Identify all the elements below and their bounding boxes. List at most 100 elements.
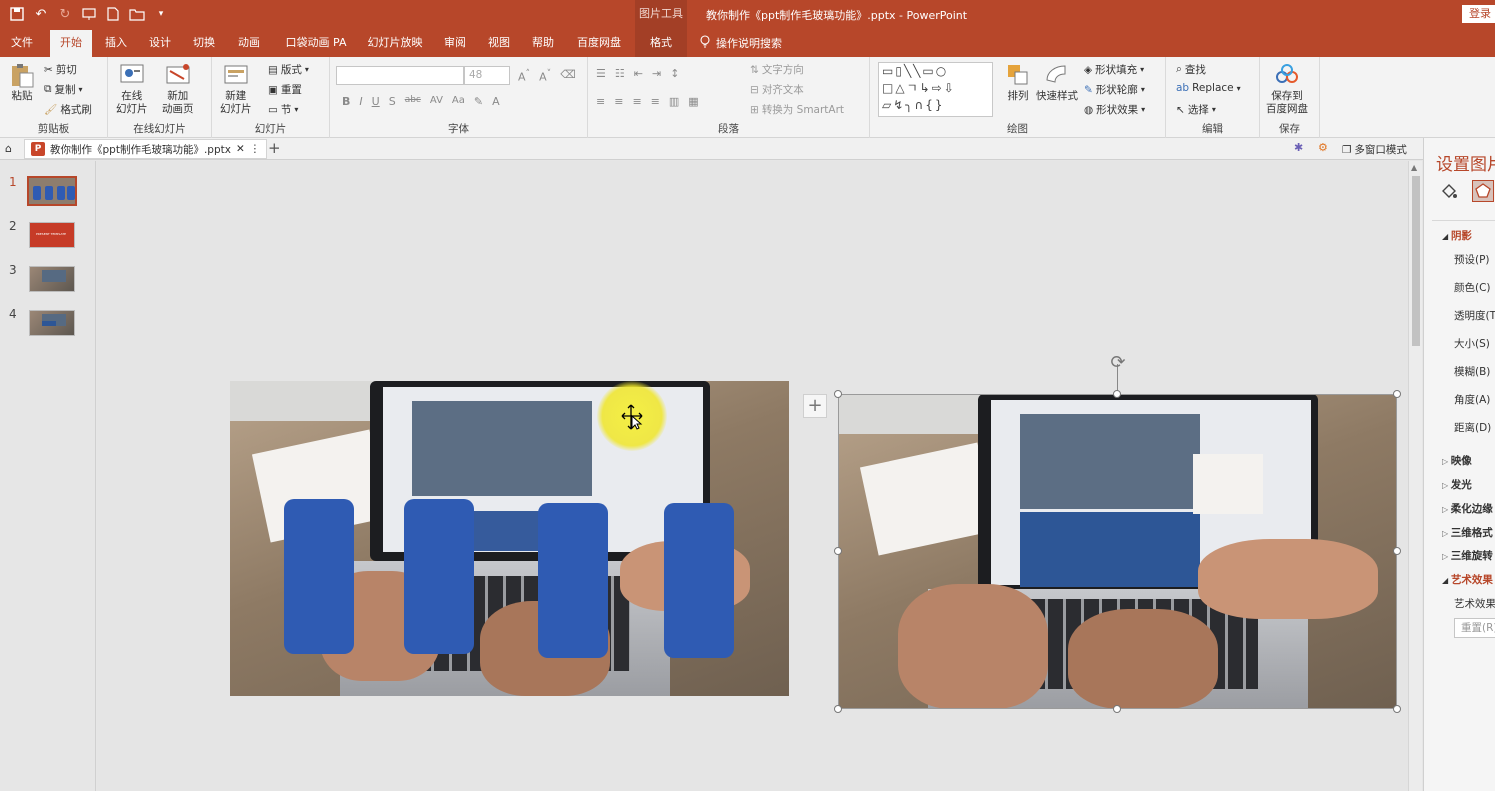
format-painter-button[interactable]: 🖌 格式刷 [44, 102, 92, 117]
layout-button[interactable]: ▤ 版式 ▾ [268, 62, 309, 77]
tab-view[interactable]: 视图 [481, 30, 517, 57]
numbering-icon[interactable]: ☷ [615, 67, 625, 80]
resize-handle[interactable] [1393, 705, 1401, 713]
angle-option[interactable]: 角度(A) [1454, 392, 1490, 407]
new-slide-button[interactable]: 新建 幻灯片 [220, 62, 252, 116]
transparency-option[interactable]: 透明度(T) [1454, 308, 1495, 323]
resize-handle[interactable] [1113, 705, 1121, 713]
shrink-font-icon[interactable]: A˅ [539, 68, 551, 84]
tab-transitions[interactable]: 切换 [186, 30, 222, 57]
shape-effects-button[interactable]: ◍ 形状效果 ▾ [1084, 102, 1145, 117]
tab-format[interactable]: 格式 [635, 30, 687, 57]
tab-home[interactable]: 开始 [50, 30, 92, 57]
shape-fill-button[interactable]: ◈ 形状填充 ▾ [1084, 62, 1144, 77]
increase-indent-icon[interactable]: ⇥ [652, 67, 661, 80]
tab-insert[interactable]: 插入 [98, 30, 134, 57]
font-color-icon[interactable]: A [492, 95, 500, 108]
undo-icon[interactable]: ↶ [32, 5, 50, 23]
new-animation-page-button[interactable]: 新加 动画页 [162, 62, 194, 116]
font-size-select[interactable]: 48 [464, 66, 510, 85]
rotate-handle-icon[interactable]: ⟳ [1107, 353, 1129, 375]
blue-rounded-bar-4[interactable] [664, 503, 734, 658]
scrollbar-thumb[interactable] [1412, 176, 1420, 346]
resize-handle[interactable] [1393, 547, 1401, 555]
reflection-section[interactable]: ▷ 映像 [1442, 453, 1472, 468]
find-button[interactable]: ⌕ 查找 [1176, 62, 1206, 77]
size-option[interactable]: 大小(S) [1454, 336, 1490, 351]
artistic-effects-option[interactable]: 艺术效果 [1454, 596, 1495, 611]
align-text-button[interactable]: ⊟ 对齐文本 [750, 82, 804, 97]
section-button[interactable]: ▭ 节 ▾ [268, 102, 298, 117]
glow-section[interactable]: ▷ 发光 [1442, 477, 1472, 492]
quick-styles-button[interactable]: 快速样式 [1036, 62, 1078, 103]
shadow-button[interactable]: S [389, 95, 396, 108]
copy-button[interactable]: ⧉ 复制 ▾ [44, 82, 83, 97]
bold-button[interactable]: B [342, 95, 350, 108]
align-left-icon[interactable]: ≡ [596, 95, 605, 108]
tab-help[interactable]: 帮助 [525, 30, 561, 57]
shapes-gallery[interactable]: ▭▯╲╲▭○ □△ㄱ↳⇨⇩ ▱↯╮∩{} [878, 62, 993, 117]
resize-handle[interactable] [1393, 390, 1401, 398]
slide-thumbnail-4[interactable] [29, 310, 75, 336]
laptop-photo-left[interactable] [230, 381, 789, 696]
online-slide-button[interactable]: 在线 幻灯片 [116, 62, 148, 116]
char-spacing-button[interactable]: AV [430, 95, 443, 108]
arrange-button[interactable]: 排列 [1004, 62, 1032, 103]
login-button[interactable]: 登录 [1462, 5, 1495, 23]
resize-handle[interactable] [1113, 390, 1121, 398]
slide-thumbnail-3[interactable] [29, 266, 75, 292]
tab-design[interactable]: 设计 [142, 30, 178, 57]
underline-button[interactable]: U [372, 95, 380, 108]
font-family-select[interactable] [336, 66, 464, 85]
text-direction-button[interactable]: ⇅ 文字方向 [750, 62, 804, 77]
line-spacing-icon[interactable]: ↕ [670, 67, 679, 80]
blue-rounded-bar-2[interactable] [404, 499, 474, 654]
tab-review[interactable]: 审阅 [437, 30, 473, 57]
tab-animations[interactable]: 动画 [231, 30, 267, 57]
bullets-icon[interactable]: ☰ [596, 67, 606, 80]
blue-rounded-bar-1[interactable] [284, 499, 354, 654]
distributed-icon[interactable]: ▥ [669, 95, 679, 108]
reset-button[interactable]: ▣ 重置 [268, 82, 302, 97]
tab-baidu-netdisk[interactable]: 百度网盘 [570, 30, 628, 57]
effects-pentagon-icon[interactable] [1472, 180, 1494, 202]
document-tab[interactable]: P 教你制作《ppt制作毛玻璃功能》.pptx ✕ ⋮ [24, 139, 268, 159]
shape-outline-button[interactable]: ✎ 形状轮廓 ▾ [1084, 82, 1145, 97]
resize-handle[interactable] [834, 705, 842, 713]
close-icon[interactable]: ✕ [236, 143, 245, 155]
columns-icon[interactable]: ▦ [688, 95, 698, 108]
align-right-icon[interactable]: ≡ [632, 95, 641, 108]
save-to-baidu-button[interactable]: 保存到 百度网盘 [1266, 62, 1308, 116]
clear-format-icon[interactable]: ⌫ [560, 68, 576, 84]
align-center-icon[interactable]: ≡ [614, 95, 623, 108]
resize-handle[interactable] [834, 547, 842, 555]
reset-pane-button[interactable]: 重置(R) [1454, 618, 1495, 638]
cut-button[interactable]: ✂ 剪切 [44, 62, 77, 77]
tab-slideshow[interactable]: 幻灯片放映 [364, 30, 426, 57]
redo-icon[interactable]: ↻ [56, 5, 74, 23]
blur-option[interactable]: 模糊(B) [1454, 364, 1490, 379]
artistic-effects-section[interactable]: ◢ 艺术效果 [1442, 572, 1493, 587]
replace-button[interactable]: ab Replace ▾ [1176, 82, 1241, 94]
decrease-indent-icon[interactable]: ⇤ [634, 67, 643, 80]
highlight-icon[interactable]: ✎ [474, 95, 483, 108]
more-icon[interactable]: ⋮ [250, 143, 261, 155]
select-button[interactable]: ↖ 选择 ▾ [1176, 102, 1216, 117]
distance-option[interactable]: 距离(D) [1454, 420, 1491, 435]
fill-line-icon[interactable] [1438, 180, 1460, 202]
multi-window-button[interactable]: ❐ 多窗口模式 [1342, 142, 1407, 157]
smartart-button[interactable]: ⊞ 转换为 SmartArt [750, 102, 844, 117]
new-tab-icon[interactable]: + [268, 139, 281, 157]
blue-rounded-bar-3[interactable] [538, 503, 608, 658]
tell-me-search[interactable]: 操作说明搜索 [700, 35, 782, 51]
color-option[interactable]: 颜色(C) [1454, 280, 1491, 295]
home-icon[interactable]: ⌂ [5, 142, 12, 155]
slide-thumbnail-2[interactable]: PRESENT TEMPLATE [29, 222, 75, 248]
open-folder-icon[interactable] [128, 5, 146, 23]
paste-button[interactable]: 粘贴 [8, 62, 36, 103]
vertical-scrollbar[interactable]: ▲ [1408, 161, 1422, 791]
add-button[interactable]: + [803, 394, 827, 418]
gear-icon[interactable]: ⚙ [1318, 141, 1328, 154]
shadow-section[interactable]: ◢ 阴影 [1442, 228, 1472, 243]
preset-option[interactable]: 预设(P) [1454, 252, 1490, 267]
